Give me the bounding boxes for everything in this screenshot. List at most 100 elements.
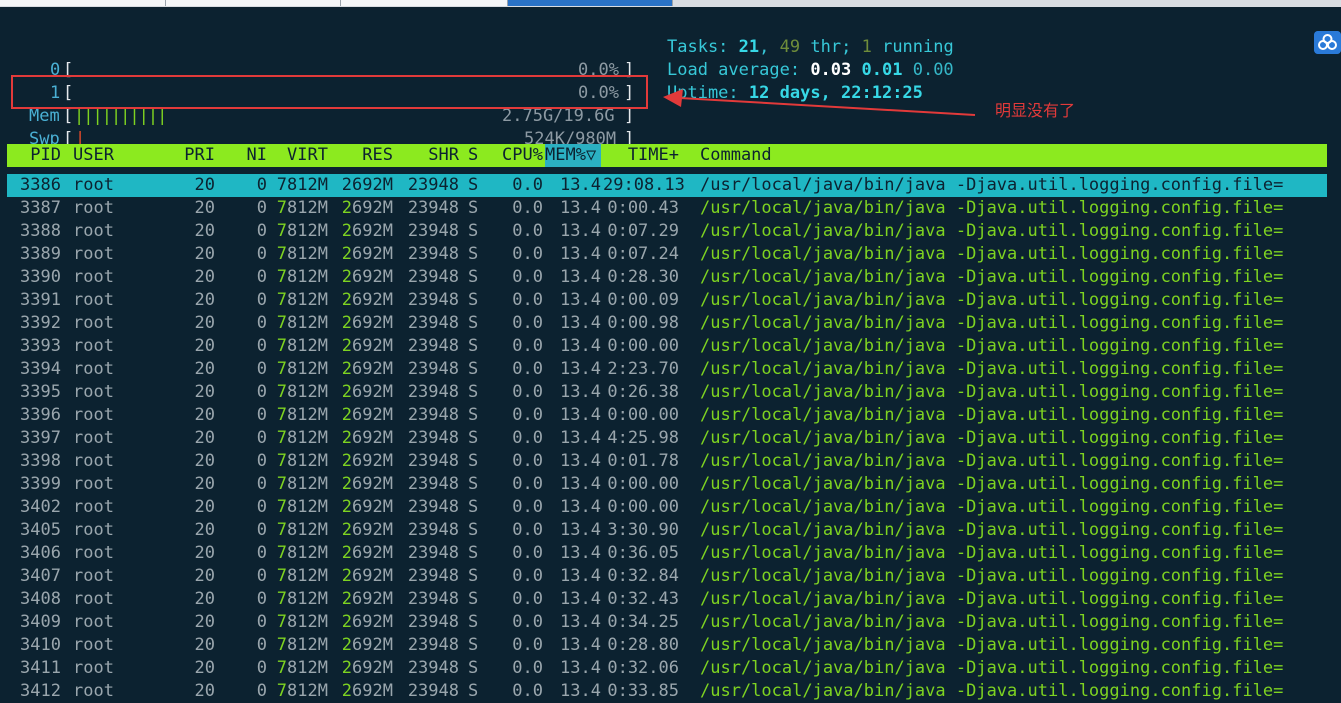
cell-state: S: [468, 520, 479, 540]
table-row[interactable]: 3397 root 20 0 7812M 2692M 23948 S 0.0 13.4 4:25.9…: [7, 427, 1327, 450]
cell-pri: 20: [194, 313, 215, 333]
cell-mem: 13.4: [560, 221, 601, 241]
cell-time: 0:32.84: [607, 566, 679, 586]
cell-mem: 13.4: [560, 290, 601, 310]
cell-virt-lead-digit: 7: [276, 382, 288, 402]
cell-res-rest: 692M: [352, 359, 393, 379]
col-virt[interactable]: VIRT: [271, 144, 328, 167]
cell-pri: 20: [194, 359, 215, 379]
cell-virt-rest: 812M: [287, 474, 328, 494]
cell-cpu: 0.0: [512, 175, 543, 195]
table-row[interactable]: 3390 root 20 0 7812M 2692M 23948 S 0.0 13.4 0:28.3…: [7, 266, 1327, 289]
cell-virt-lead-digit: 7: [276, 244, 288, 264]
cell-pri: 20: [194, 290, 215, 310]
cell-pid: 3393: [20, 336, 61, 356]
cell-time: 0:32.06: [607, 658, 679, 678]
cell-res-rest: 692M: [352, 497, 393, 517]
cell-state: S: [468, 405, 479, 425]
col-res[interactable]: RES: [337, 144, 393, 167]
session-tab-3[interactable]: [341, 0, 508, 6]
cell-virt: 7812M: [271, 358, 328, 381]
table-row[interactable]: 3396 root 20 0 7812M 2692M 23948 S 0.0 13.4 0:00.0…: [7, 404, 1327, 427]
cell-virt-rest: 812M: [287, 175, 328, 195]
col-cpu[interactable]: CPU%: [487, 144, 543, 167]
cell-mem: 13.4: [560, 635, 601, 655]
col-pri[interactable]: PRI: [167, 144, 215, 167]
cell-shr: 23948: [407, 635, 459, 655]
session-tab-1[interactable]: [0, 0, 166, 6]
cell-pid: 3408: [20, 589, 61, 609]
col-time[interactable]: TIME+: [603, 144, 679, 167]
col-pid[interactable]: PID: [7, 144, 61, 167]
table-row[interactable]: 3412 root 20 0 7812M 2692M 23948 S 0.0 13.4 0:33.8…: [7, 680, 1327, 703]
cell-pri: 20: [194, 612, 215, 632]
col-state[interactable]: S: [468, 144, 478, 167]
cell-command: /usr/local/java/bin/java -Djava.util.log…: [700, 405, 1284, 425]
cell-res: 2692M: [337, 680, 393, 703]
cell-state: S: [468, 474, 479, 494]
cell-res-rest: 692M: [352, 244, 393, 264]
table-row[interactable]: 3395 root 20 0 7812M 2692M 23948 S 0.0 13.4 0:26.3…: [7, 381, 1327, 404]
cell-time: 0:28.80: [607, 635, 679, 655]
col-ni[interactable]: NI: [225, 144, 267, 167]
table-row[interactable]: 3394 root 20 0 7812M 2692M 23948 S 0.0 13.4 2:23.7…: [7, 358, 1327, 381]
session-tab-active[interactable]: [508, 0, 673, 6]
cell-cpu: 0.0: [512, 336, 543, 356]
table-row[interactable]: 3402 root 20 0 7812M 2692M 23948 S 0.0 13.4 0:00.0…: [7, 496, 1327, 519]
cell-virt-lead-digit: 7: [276, 658, 288, 678]
cell-res: 2692M: [337, 496, 393, 519]
cell-res-lead-digit: 2: [341, 198, 353, 218]
table-row[interactable]: 3393 root 20 0 7812M 2692M 23948 S 0.0 13.4 0:00.0…: [7, 335, 1327, 358]
table-row-selected[interactable]: 3386 root 20 0 7812M 2692M 23948 S 0.0 13.4 29:08.…: [7, 174, 1327, 197]
cell-mem: 13.4: [560, 612, 601, 632]
cell-virt-lead-digit: 7: [276, 635, 288, 655]
cloud-icon[interactable]: [1314, 31, 1341, 54]
cell-user: root: [73, 451, 114, 471]
col-command[interactable]: Command: [700, 144, 772, 167]
cell-virt: 7812M: [271, 404, 328, 427]
table-row[interactable]: 3407 root 20 0 7812M 2692M 23948 S 0.0 13.4 0:32.8…: [7, 565, 1327, 588]
cell-virt-rest: 812M: [287, 451, 328, 471]
cell-shr: 23948: [407, 221, 459, 241]
cell-state: S: [468, 428, 479, 448]
table-row[interactable]: 3409 root 20 0 7812M 2692M 23948 S 0.0 13.4 0:34.2…: [7, 611, 1327, 634]
table-row[interactable]: 3406 root 20 0 7812M 2692M 23948 S 0.0 13.4 0:36.0…: [7, 542, 1327, 565]
table-row[interactable]: 3391 root 20 0 7812M 2692M 23948 S 0.0 13.4 0:00.0…: [7, 289, 1327, 312]
cell-shr: 23948: [407, 198, 459, 218]
cell-res-rest: 692M: [352, 405, 393, 425]
table-row[interactable]: 3410 root 20 0 7812M 2692M 23948 S 0.0 13.4 0:28.8…: [7, 634, 1327, 657]
cell-pri: 20: [194, 175, 215, 195]
table-row[interactable]: 3388 root 20 0 7812M 2692M 23948 S 0.0 13.4 0:07.2…: [7, 220, 1327, 243]
table-row[interactable]: 3387 root 20 0 7812M 2692M 23948 S 0.0 13.4 0:00.4…: [7, 197, 1327, 220]
cell-virt: 7812M: [271, 542, 328, 565]
table-row[interactable]: 3408 root 20 0 7812M 2692M 23948 S 0.0 13.4 0:32.4…: [7, 588, 1327, 611]
cell-virt-rest: 812M: [287, 313, 328, 333]
col-mem-sorted[interactable]: MEM%▽: [545, 144, 601, 167]
cell-virt-rest: 812M: [287, 405, 328, 425]
cell-user: root: [73, 382, 114, 402]
cell-mem: 13.4: [560, 497, 601, 517]
cell-virt: 7812M: [271, 381, 328, 404]
table-row[interactable]: 3398 root 20 0 7812M 2692M 23948 S 0.0 13.4 0:01.7…: [7, 450, 1327, 473]
cell-cpu: 0.0: [512, 612, 543, 632]
cell-pid: 3402: [20, 497, 61, 517]
cell-virt-lead-digit: 7: [276, 543, 288, 563]
cell-virt-lead-digit: 7: [276, 175, 288, 195]
table-row[interactable]: 3405 root 20 0 7812M 2692M 23948 S 0.0 13.4 3:30.9…: [7, 519, 1327, 542]
table-row[interactable]: 3399 root 20 0 7812M 2692M 23948 S 0.0 13.4 0:00.0…: [7, 473, 1327, 496]
load-5: 0.01: [861, 60, 903, 80]
table-row[interactable]: 3411 root 20 0 7812M 2692M 23948 S 0.0 13.4 0:32.0…: [7, 657, 1327, 680]
session-tab-2[interactable]: [166, 0, 341, 6]
cell-mem: 13.4: [560, 658, 601, 678]
cell-shr: 23948: [407, 290, 459, 310]
cell-res-lead-digit: 2: [341, 405, 353, 425]
cell-command: /usr/local/java/bin/java -Djava.util.log…: [700, 290, 1284, 310]
col-user[interactable]: USER: [73, 144, 114, 167]
cell-time: 0:01.78: [607, 451, 679, 471]
col-shr[interactable]: SHR: [403, 144, 459, 167]
cell-cpu: 0.0: [512, 497, 543, 517]
cell-cpu: 0.0: [512, 543, 543, 563]
table-row[interactable]: 3392 root 20 0 7812M 2692M 23948 S 0.0 13.4 0:00.9…: [7, 312, 1327, 335]
table-row[interactable]: 3389 root 20 0 7812M 2692M 23948 S 0.0 13.4 0:07.2…: [7, 243, 1327, 266]
cell-pid: 3407: [20, 566, 61, 586]
